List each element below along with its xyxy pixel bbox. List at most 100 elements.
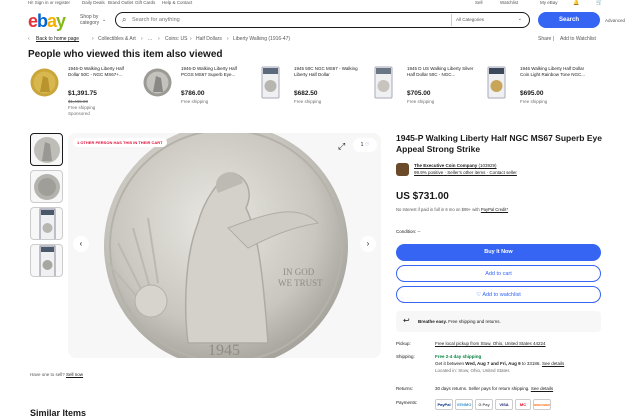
thumbnail[interactable] <box>30 207 63 240</box>
watch-count-button[interactable]: 1 ♡ <box>353 138 377 152</box>
heart-icon: ♡ <box>364 142 370 148</box>
product-title: 1945-P Walking Liberty Half NGC MS67 Sup… <box>396 133 602 154</box>
share-sep: | <box>553 36 555 42</box>
pv-price: $682.50 <box>294 90 318 97</box>
chevron-down-icon: ⌄ <box>102 17 107 23</box>
breadcrumb-item[interactable]: Collectibles & Art <box>98 36 136 42</box>
pv-sponsored: Sponsored <box>68 111 90 116</box>
pv-title[interactable]: 1945 D US Walking Liberty Silver Half Do… <box>407 66 475 78</box>
cart-count-badge: 1 OTHER PERSON HAS THIS IN THEIR CART <box>73 138 167 147</box>
pv-title[interactable]: 1946-D Walking Liberty Half PCGS MS67 Su… <box>181 66 249 78</box>
discover-logo: DISCOVER <box>533 399 551 410</box>
similar-items-title: Similar Items <box>30 408 87 418</box>
search-input[interactable] <box>132 15 432 25</box>
pv-title[interactable]: 1946 Walking Liberty Half Dollar Coin Li… <box>520 66 588 78</box>
see-details-link[interactable]: See details <box>542 361 564 366</box>
people-viewed-title: People who viewed this item also viewed <box>28 49 223 60</box>
category-select[interactable]: All Categories ⌄ <box>451 14 526 26</box>
breadcrumb-item[interactable]: Coins: US <box>165 36 188 42</box>
have-one-to-sell: Have one to sell? Sell now <box>30 372 84 377</box>
seller-name[interactable]: The Executive Coin Company (103929) <box>414 163 497 168</box>
help-contact-link[interactable]: Help & Contact <box>162 0 192 5</box>
slab-image <box>480 66 513 99</box>
advanced-search-link[interactable]: Advanced <box>605 18 625 23</box>
breadcrumb-item[interactable]: Liberty Walking (1916-47) <box>233 36 290 42</box>
svg-text:1945: 1945 <box>208 342 240 358</box>
pv-price: $1,391.75 <box>68 90 97 97</box>
next-image-button[interactable]: › <box>360 236 376 252</box>
svg-text:WE TRUST: WE TRUST <box>278 278 323 288</box>
thumbnail[interactable] <box>30 170 63 203</box>
add-to-cart-button[interactable]: Add to cart <box>396 265 601 282</box>
pv-shipping: Free shipping <box>407 99 435 104</box>
my-ebay-link[interactable]: My eBay <box>540 0 558 5</box>
chevron-down-icon: ⌄ <box>517 16 522 22</box>
main-image-gallery[interactable]: IN GOD WE TRUST 1945 1 OTHER PERSON HAS … <box>68 133 381 358</box>
back-to-home-link[interactable]: Back to home page <box>36 36 79 42</box>
breadcrumb-sep: › <box>227 36 229 42</box>
shop-by-category[interactable]: Shop by category ⌄ <box>80 14 107 26</box>
bell-icon[interactable]: 🔔 <box>573 0 579 6</box>
seller-avatar[interactable] <box>396 163 409 176</box>
buy-it-now-button[interactable]: Buy It Now <box>396 244 601 261</box>
svg-text:IN GOD: IN GOD <box>283 267 315 277</box>
pv-card[interactable]: 1945 D US Walking Liberty Silver Half Do… <box>367 64 477 119</box>
condition-value: -- <box>417 229 421 234</box>
sell-link[interactable]: Sell <box>475 0 483 5</box>
gift-cards-link[interactable]: Gift Cards <box>135 0 155 5</box>
pv-shipping: Free shipping <box>68 105 96 110</box>
heart-icon: ♡ <box>476 292 482 298</box>
pv-shipping: Free shipping <box>294 99 322 104</box>
located-in: Located in: Stow, Ohio, United States <box>435 368 510 373</box>
expand-icon[interactable]: ⤢ <box>338 141 345 152</box>
sell-now-link[interactable]: Sell now <box>66 372 83 377</box>
pv-shipping: Free shipping <box>520 99 548 104</box>
pv-original-price: $1,465.00 <box>68 99 89 104</box>
slab-image <box>367 66 400 99</box>
coin-main-image: IN GOD WE TRUST 1945 <box>104 133 348 358</box>
pickup-value[interactable]: Free local pickup from Stow, Ohio, Unite… <box>435 340 605 347</box>
financing-text: No Interest if paid in full in 6 mo on $… <box>396 207 509 212</box>
add-to-watchlist-button[interactable]: ♡ Add to watchlist <box>396 286 601 303</box>
pv-price: $695.00 <box>520 90 544 97</box>
pv-card[interactable]: 1945 50C NGC MS67 - Walking Liberty Half… <box>254 64 364 119</box>
share-link[interactable]: Share <box>538 36 551 42</box>
venmo-logo: VENMO <box>455 399 473 410</box>
brand-outlet-link[interactable]: Brand Outlet <box>108 0 133 5</box>
pv-card[interactable]: 1946-D Walking Liberty Half Dollar 50C -… <box>28 64 138 119</box>
pv-price: $786.00 <box>181 90 205 97</box>
header: ebay Shop by category⌄ ⌕ All Categories⌄… <box>28 8 625 32</box>
prev-image-button[interactable]: ‹ <box>73 236 89 252</box>
contact-seller-link[interactable]: Contact seller <box>489 170 517 175</box>
seller-info: The Executive Coin Company (103929) 99.9… <box>396 163 606 179</box>
seller-feedback-link[interactable]: 99.9% positive <box>414 170 443 175</box>
daily-deals-link[interactable]: Daily Deals <box>82 0 105 5</box>
thumbnail[interactable] <box>30 244 63 277</box>
seller-other-items-link[interactable]: Seller's other items <box>447 170 485 175</box>
breadcrumb-item[interactable]: Half Dollars <box>196 36 222 42</box>
cart-icon[interactable]: 🛒 <box>596 0 602 6</box>
sign-in-link[interactable]: Hi! Sign in or register <box>28 0 70 5</box>
breathe-easy-banner: ↩ Breathe easy. Free shipping and return… <box>396 311 601 332</box>
breadcrumb-sep: › <box>141 36 143 42</box>
add-to-watchlist-link[interactable]: Add to Watchlist <box>560 36 596 42</box>
pv-card[interactable]: 1946 Walking Liberty Half Dollar Coin Li… <box>480 64 590 119</box>
paypal-credit-link[interactable]: PayPal Credit* <box>481 207 508 212</box>
visa-logo: VISA <box>495 399 513 410</box>
ebay-logo[interactable]: ebay <box>28 11 66 32</box>
search-button[interactable]: Search <box>538 12 600 28</box>
thumbnail[interactable] <box>30 133 63 166</box>
gpay-logo: G Pay <box>475 399 493 410</box>
back-arrow-icon[interactable]: ‹ <box>28 36 30 42</box>
condition: Condition: -- <box>396 229 421 234</box>
watchlist-link[interactable]: Watchlist <box>500 0 518 5</box>
pv-title[interactable]: 1946-D Walking Liberty Half Dollar 50C -… <box>68 66 136 78</box>
search-icon: ⌕ <box>122 15 127 24</box>
returns-details-link[interactable]: See details <box>531 386 553 391</box>
coin-image <box>28 66 61 99</box>
pv-card[interactable]: 1946-D Walking Liberty Half PCGS MS67 Su… <box>141 64 251 119</box>
pv-title[interactable]: 1945 50C NGC MS67 - Walking Liberty Half… <box>294 66 362 78</box>
breadcrumb-ellipsis[interactable]: ... <box>148 36 152 42</box>
price: US $731.00 <box>396 191 449 202</box>
breadcrumb-sep: › <box>158 36 160 42</box>
